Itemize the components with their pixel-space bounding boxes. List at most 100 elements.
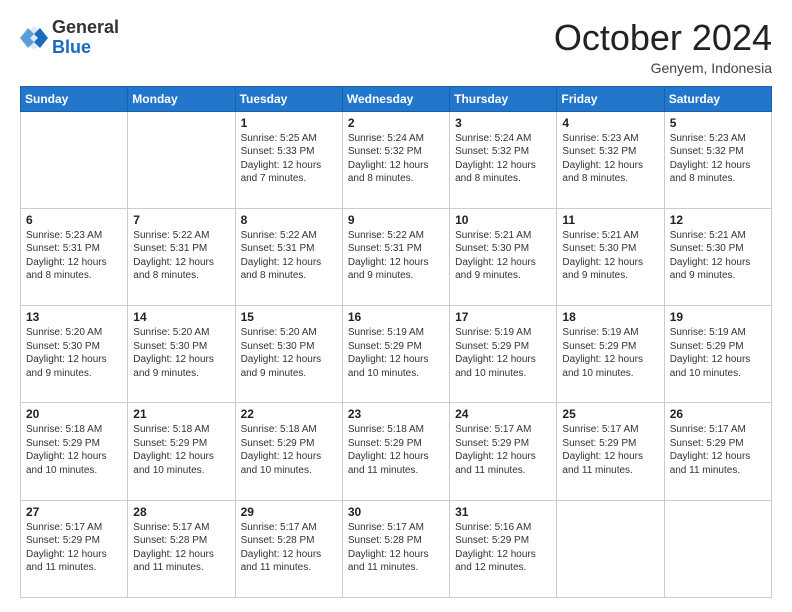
table-row: 5Sunrise: 5:23 AM Sunset: 5:32 PM Daylig…	[664, 111, 771, 208]
day-info: Sunrise: 5:17 AM Sunset: 5:29 PM Dayligh…	[670, 423, 766, 477]
table-row: 22Sunrise: 5:18 AM Sunset: 5:29 PM Dayli…	[235, 403, 342, 500]
logo-icon	[20, 24, 48, 52]
day-info: Sunrise: 5:23 AM Sunset: 5:31 PM Dayligh…	[26, 229, 122, 283]
table-row: 31 Sunrise: 5:16 AM Sunset: 5:29 PM Dayli…	[450, 500, 557, 597]
table-row: 25 Sunrise: 5:17 AM Sunset: 5:29 PM Dayli…	[557, 403, 664, 500]
day-info: Sunrise: 5:20 AM Sunset: 5:30 PM Dayligh…	[26, 326, 122, 380]
col-saturday: Saturday	[664, 86, 771, 111]
table-row: 8 Sunrise: 5:22 AM Sunset: 5:31 PM Daylig…	[235, 208, 342, 305]
day-info: Sunrise: 5:17 AM Sunset: 5:29 PM Dayligh…	[562, 423, 658, 477]
day-info: Sunrise: 5:24 AM Sunset: 5:32 PM Dayligh…	[348, 132, 444, 186]
calendar-week-row: 27 Sunrise: 5:17 AM Sunset: 5:29 PM Dayli…	[21, 500, 772, 597]
table-row: 7Sunrise: 5:22 AM Sunset: 5:31 PM Daylig…	[128, 208, 235, 305]
day-info: Sunrise: 5:24 AM Sunset: 5:32 PM Dayligh…	[455, 132, 551, 186]
day-info: Sunrise: 5:19 AM Sunset: 5:29 PM Dayligh…	[562, 326, 658, 380]
day-number: 30	[348, 505, 444, 519]
table-row: 6Sunrise: 5:23 AM Sunset: 5:31 PM Daylig…	[21, 208, 128, 305]
logo-blue: Blue	[52, 38, 119, 58]
day-number: 7	[133, 213, 229, 227]
table-row: 1 Sunrise: 5:25 AM Sunset: 5:33 PM Daylig…	[235, 111, 342, 208]
table-row	[664, 500, 771, 597]
day-info: Sunrise: 5:19 AM Sunset: 5:29 PM Dayligh…	[670, 326, 766, 380]
calendar-week-row: 13 Sunrise: 5:20 AM Sunset: 5:30 PM Dayli…	[21, 306, 772, 403]
table-row: 23 Sunrise: 5:18 AM Sunset: 5:29 PM Dayli…	[342, 403, 449, 500]
day-number: 27	[26, 505, 122, 519]
table-row: 16Sunrise: 5:19 AM Sunset: 5:29 PM Dayli…	[342, 306, 449, 403]
day-number: 24	[455, 407, 551, 421]
day-info: Sunrise: 5:20 AM Sunset: 5:30 PM Dayligh…	[241, 326, 337, 380]
logo: General Blue	[20, 18, 119, 58]
day-number: 25	[562, 407, 658, 421]
day-number: 20	[26, 407, 122, 421]
day-number: 8	[241, 213, 337, 227]
day-number: 23	[348, 407, 444, 421]
day-number: 18	[562, 310, 658, 324]
table-row: 19Sunrise: 5:19 AM Sunset: 5:29 PM Dayli…	[664, 306, 771, 403]
title-block: October 2024 Genyem, Indonesia	[554, 18, 772, 76]
col-sunday: Sunday	[21, 86, 128, 111]
day-number: 17	[455, 310, 551, 324]
calendar-week-row: 6Sunrise: 5:23 AM Sunset: 5:31 PM Daylig…	[21, 208, 772, 305]
col-wednesday: Wednesday	[342, 86, 449, 111]
col-monday: Monday	[128, 86, 235, 111]
calendar-header-row: Sunday Monday Tuesday Wednesday Thursday…	[21, 86, 772, 111]
table-row: 24Sunrise: 5:17 AM Sunset: 5:29 PM Dayli…	[450, 403, 557, 500]
table-row: 3 Sunrise: 5:24 AM Sunset: 5:32 PM Daylig…	[450, 111, 557, 208]
day-info: Sunrise: 5:16 AM Sunset: 5:29 PM Dayligh…	[455, 521, 551, 575]
day-info: Sunrise: 5:18 AM Sunset: 5:29 PM Dayligh…	[348, 423, 444, 477]
table-row: 9Sunrise: 5:22 AM Sunset: 5:31 PM Daylig…	[342, 208, 449, 305]
table-row: 26 Sunrise: 5:17 AM Sunset: 5:29 PM Dayli…	[664, 403, 771, 500]
day-number: 9	[348, 213, 444, 227]
table-row: 15 Sunrise: 5:20 AM Sunset: 5:30 PM Dayli…	[235, 306, 342, 403]
table-row: 20 Sunrise: 5:18 AM Sunset: 5:29 PM Dayli…	[21, 403, 128, 500]
day-number: 31	[455, 505, 551, 519]
day-info: Sunrise: 5:21 AM Sunset: 5:30 PM Dayligh…	[670, 229, 766, 283]
day-info: Sunrise: 5:23 AM Sunset: 5:32 PM Dayligh…	[562, 132, 658, 186]
day-info: Sunrise: 5:17 AM Sunset: 5:28 PM Dayligh…	[133, 521, 229, 575]
table-row: 18 Sunrise: 5:19 AM Sunset: 5:29 PM Dayli…	[557, 306, 664, 403]
logo-text: General Blue	[52, 18, 119, 58]
table-row: 27 Sunrise: 5:17 AM Sunset: 5:29 PM Dayli…	[21, 500, 128, 597]
day-number: 1	[241, 116, 337, 130]
day-number: 10	[455, 213, 551, 227]
day-number: 2	[348, 116, 444, 130]
day-number: 13	[26, 310, 122, 324]
table-row: 4Sunrise: 5:23 AM Sunset: 5:32 PM Daylig…	[557, 111, 664, 208]
location: Genyem, Indonesia	[554, 60, 772, 76]
table-row: 29 Sunrise: 5:17 AM Sunset: 5:28 PM Dayli…	[235, 500, 342, 597]
day-number: 14	[133, 310, 229, 324]
day-info: Sunrise: 5:25 AM Sunset: 5:33 PM Dayligh…	[241, 132, 337, 186]
day-info: Sunrise: 5:22 AM Sunset: 5:31 PM Dayligh…	[241, 229, 337, 283]
day-number: 26	[670, 407, 766, 421]
table-row: 28 Sunrise: 5:17 AM Sunset: 5:28 PM Dayli…	[128, 500, 235, 597]
day-number: 21	[133, 407, 229, 421]
day-info: Sunrise: 5:17 AM Sunset: 5:28 PM Dayligh…	[241, 521, 337, 575]
day-number: 29	[241, 505, 337, 519]
table-row: 13 Sunrise: 5:20 AM Sunset: 5:30 PM Dayli…	[21, 306, 128, 403]
day-number: 28	[133, 505, 229, 519]
day-info: Sunrise: 5:17 AM Sunset: 5:29 PM Dayligh…	[26, 521, 122, 575]
logo-general: General	[52, 18, 119, 38]
day-number: 12	[670, 213, 766, 227]
col-thursday: Thursday	[450, 86, 557, 111]
table-row: 12 Sunrise: 5:21 AM Sunset: 5:30 PM Dayli…	[664, 208, 771, 305]
table-row: 11Sunrise: 5:21 AM Sunset: 5:30 PM Dayli…	[557, 208, 664, 305]
table-row	[557, 500, 664, 597]
day-info: Sunrise: 5:18 AM Sunset: 5:29 PM Dayligh…	[26, 423, 122, 477]
day-info: Sunrise: 5:19 AM Sunset: 5:29 PM Dayligh…	[455, 326, 551, 380]
table-row: 2 Sunrise: 5:24 AM Sunset: 5:32 PM Daylig…	[342, 111, 449, 208]
table-row	[128, 111, 235, 208]
col-friday: Friday	[557, 86, 664, 111]
header: General Blue October 2024 Genyem, Indone…	[20, 18, 772, 76]
day-number: 15	[241, 310, 337, 324]
day-number: 3	[455, 116, 551, 130]
day-number: 5	[670, 116, 766, 130]
day-number: 16	[348, 310, 444, 324]
table-row	[21, 111, 128, 208]
table-row: 30 Sunrise: 5:17 AM Sunset: 5:28 PM Dayli…	[342, 500, 449, 597]
calendar-week-row: 1 Sunrise: 5:25 AM Sunset: 5:33 PM Daylig…	[21, 111, 772, 208]
day-info: Sunrise: 5:20 AM Sunset: 5:30 PM Dayligh…	[133, 326, 229, 380]
table-row: 21Sunrise: 5:18 AM Sunset: 5:29 PM Dayli…	[128, 403, 235, 500]
day-info: Sunrise: 5:17 AM Sunset: 5:28 PM Dayligh…	[348, 521, 444, 575]
table-row: 17 Sunrise: 5:19 AM Sunset: 5:29 PM Dayli…	[450, 306, 557, 403]
